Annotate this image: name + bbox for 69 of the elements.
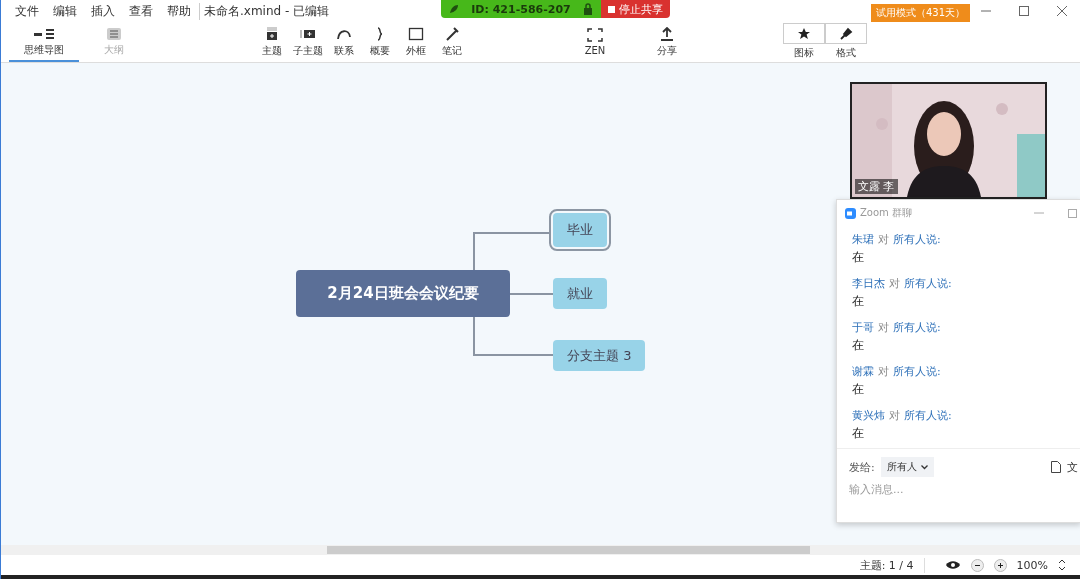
toolbar-button[interactable]: 概要 [362, 23, 398, 61]
toolbar-button[interactable]: 联系 [326, 23, 362, 61]
toolbar-button[interactable]: 分享 [649, 23, 685, 61]
recipient-label: 所有人说: [893, 364, 941, 379]
chat-title: Zoom 群聊 [860, 206, 912, 220]
toolbar-button[interactable]: 笔记 [434, 23, 470, 61]
pen-icon [444, 26, 460, 41]
eye-icon[interactable] [944, 560, 961, 570]
caret-icon [920, 464, 928, 470]
recipient-label: 所有人说: [904, 408, 952, 423]
menu-item[interactable]: 帮助 [167, 2, 191, 20]
close-icon[interactable] [1056, 5, 1068, 17]
menu-item[interactable]: 查看 [129, 2, 153, 20]
expand-icon [587, 28, 603, 42]
message-text: 在 [852, 293, 865, 310]
meeting-id: ID: 421-586-207 [471, 2, 571, 16]
zoom-logo-icon [845, 207, 856, 219]
list-icon [107, 27, 121, 40]
connector-word: 对 [878, 320, 889, 335]
topic-count: 主题: 1 / 4 [859, 557, 925, 573]
toolbar-button[interactable]: 外框 [398, 23, 434, 61]
toolbar-button[interactable]: ZEN [577, 23, 613, 61]
zoom-out-icon[interactable] [970, 558, 984, 572]
zoom-level: 100% [1016, 558, 1048, 572]
brush-icon [839, 26, 853, 41]
connector-word: 对 [889, 276, 900, 291]
trial-badge: 试用模式（431天） [871, 4, 971, 22]
connector-word: 对 [878, 364, 889, 379]
document-title: 未命名.xmind - 已编辑 [199, 2, 330, 20]
connector-word: 对 [878, 232, 889, 247]
send-to-label: 发给: [849, 459, 875, 475]
maximize-icon[interactable] [1018, 5, 1030, 17]
menu-item[interactable]: 文件 [15, 2, 39, 20]
horizontal-scrollbar[interactable] [1, 545, 1080, 555]
sender-name: 于哥 [852, 320, 874, 335]
upload-icon [659, 26, 675, 41]
sender-name: 朱珺 [852, 232, 874, 247]
file-icon[interactable] [1051, 461, 1061, 473]
add-topic-icon [264, 26, 280, 41]
toolbar-button[interactable]: 主题 [254, 23, 290, 61]
message-text: 在 [852, 337, 865, 354]
recipient-label: 所有人说: [893, 232, 941, 247]
sender-name: 李日杰 [852, 276, 885, 291]
lock-icon [583, 3, 593, 15]
stepper-icon[interactable] [1058, 559, 1066, 571]
menu-item[interactable]: 编辑 [53, 2, 77, 20]
rectangle-icon [408, 26, 424, 41]
recipient-label: 所有人说: [904, 276, 952, 291]
sender-name: 黄兴炜 [852, 408, 885, 423]
recipient-label: 所有人说: [893, 320, 941, 335]
zoom-in-icon[interactable] [993, 558, 1007, 572]
message-text: 在 [852, 249, 865, 266]
participant-name: 文露 李 [855, 179, 898, 194]
connector-word: 对 [889, 408, 900, 423]
sender-name: 谢霖 [852, 364, 874, 379]
branch-topic[interactable]: 就业 [553, 278, 607, 309]
star-icon [797, 26, 811, 41]
stop-share-button[interactable]: 停止共享 [601, 0, 670, 18]
message-text: 在 [852, 425, 865, 442]
file-button[interactable]: 文 [1067, 459, 1078, 475]
message-text: 在 [852, 381, 865, 398]
branch-topic[interactable]: 分支主题 3 [553, 340, 646, 371]
message-input[interactable]: 输入消息... [849, 483, 1078, 496]
central-topic[interactable]: 2月24日班会会议纪要 [296, 270, 510, 317]
recipient-dropdown[interactable]: 所有人 [880, 457, 934, 477]
leaf-icon [449, 4, 459, 14]
mindmap-icon [34, 27, 54, 40]
toolbar-button[interactable]: 子主题 [290, 23, 326, 61]
menu-item[interactable]: 插入 [91, 2, 115, 20]
